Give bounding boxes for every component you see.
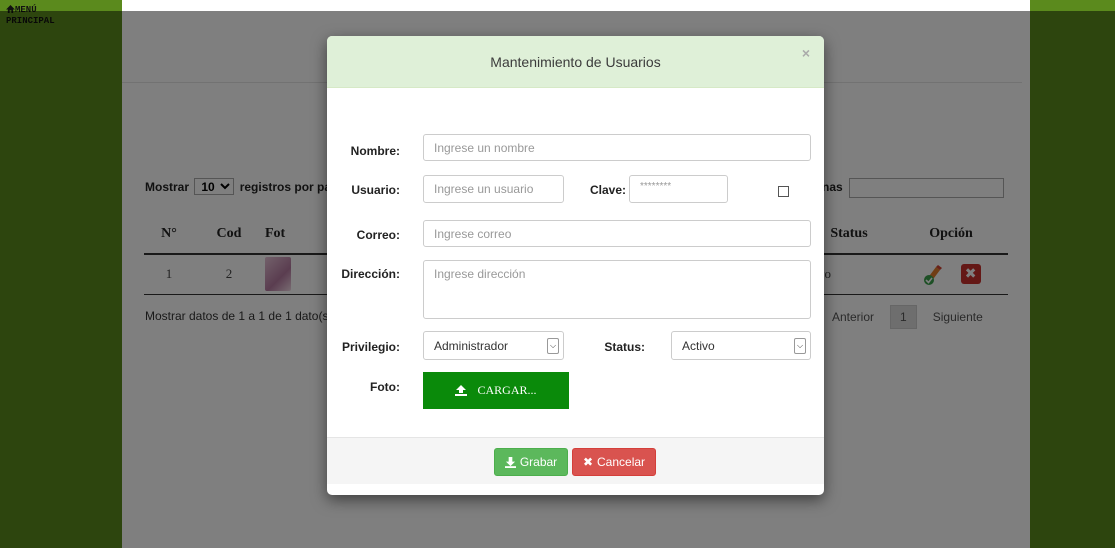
upload-photo-button[interactable]: CARGAR...	[423, 372, 569, 409]
privilegio-label: Privilegio:	[341, 340, 400, 354]
privilegio-value: Administrador	[434, 338, 509, 353]
cancel-button[interactable]: ✖ Cancelar	[572, 448, 656, 476]
user-modal: Mantenimiento de Usuarios × Nombre: Ingr…	[327, 36, 824, 495]
modal-footer: Grabar ✖ Cancelar	[327, 437, 824, 484]
modal-header: Mantenimiento de Usuarios ×	[327, 36, 824, 88]
save-button[interactable]: Grabar	[494, 448, 568, 476]
save-label: Grabar	[519, 455, 558, 469]
usuario-input[interactable]: Ingrese un usuario	[423, 175, 564, 203]
chevron-down-icon: ⌵	[547, 337, 559, 354]
clave-label: Clave:	[589, 183, 626, 197]
chevron-down-icon: ⌵	[794, 337, 806, 354]
correo-input[interactable]: Ingrese correo	[423, 220, 811, 247]
correo-label: Correo:	[356, 228, 400, 242]
usuario-label: Usuario:	[351, 183, 400, 197]
status-value: Activo	[682, 338, 715, 353]
download-icon	[504, 456, 516, 468]
close-icon: ✖	[582, 455, 594, 469]
close-icon[interactable]: ×	[802, 45, 810, 61]
clave-input[interactable]: ********	[629, 175, 728, 203]
upload-icon	[455, 385, 468, 396]
nombre-label: Nombre:	[350, 144, 400, 158]
privilegio-select[interactable]: Administrador ⌵	[423, 331, 564, 360]
cancel-label: Cancelar	[597, 455, 646, 469]
status-label: Status:	[604, 340, 645, 354]
upload-label: CARGAR...	[477, 383, 537, 397]
nombre-input[interactable]: Ingrese un nombre	[423, 134, 811, 161]
foto-label: Foto:	[370, 380, 400, 394]
modal-title: Mantenimiento de Usuarios	[490, 54, 661, 70]
direccion-textarea[interactable]: Ingrese dirección	[423, 260, 811, 319]
status-select[interactable]: Activo ⌵	[671, 331, 811, 360]
remember-checkbox[interactable]	[778, 186, 789, 197]
direccion-label: Dirección:	[341, 267, 400, 281]
